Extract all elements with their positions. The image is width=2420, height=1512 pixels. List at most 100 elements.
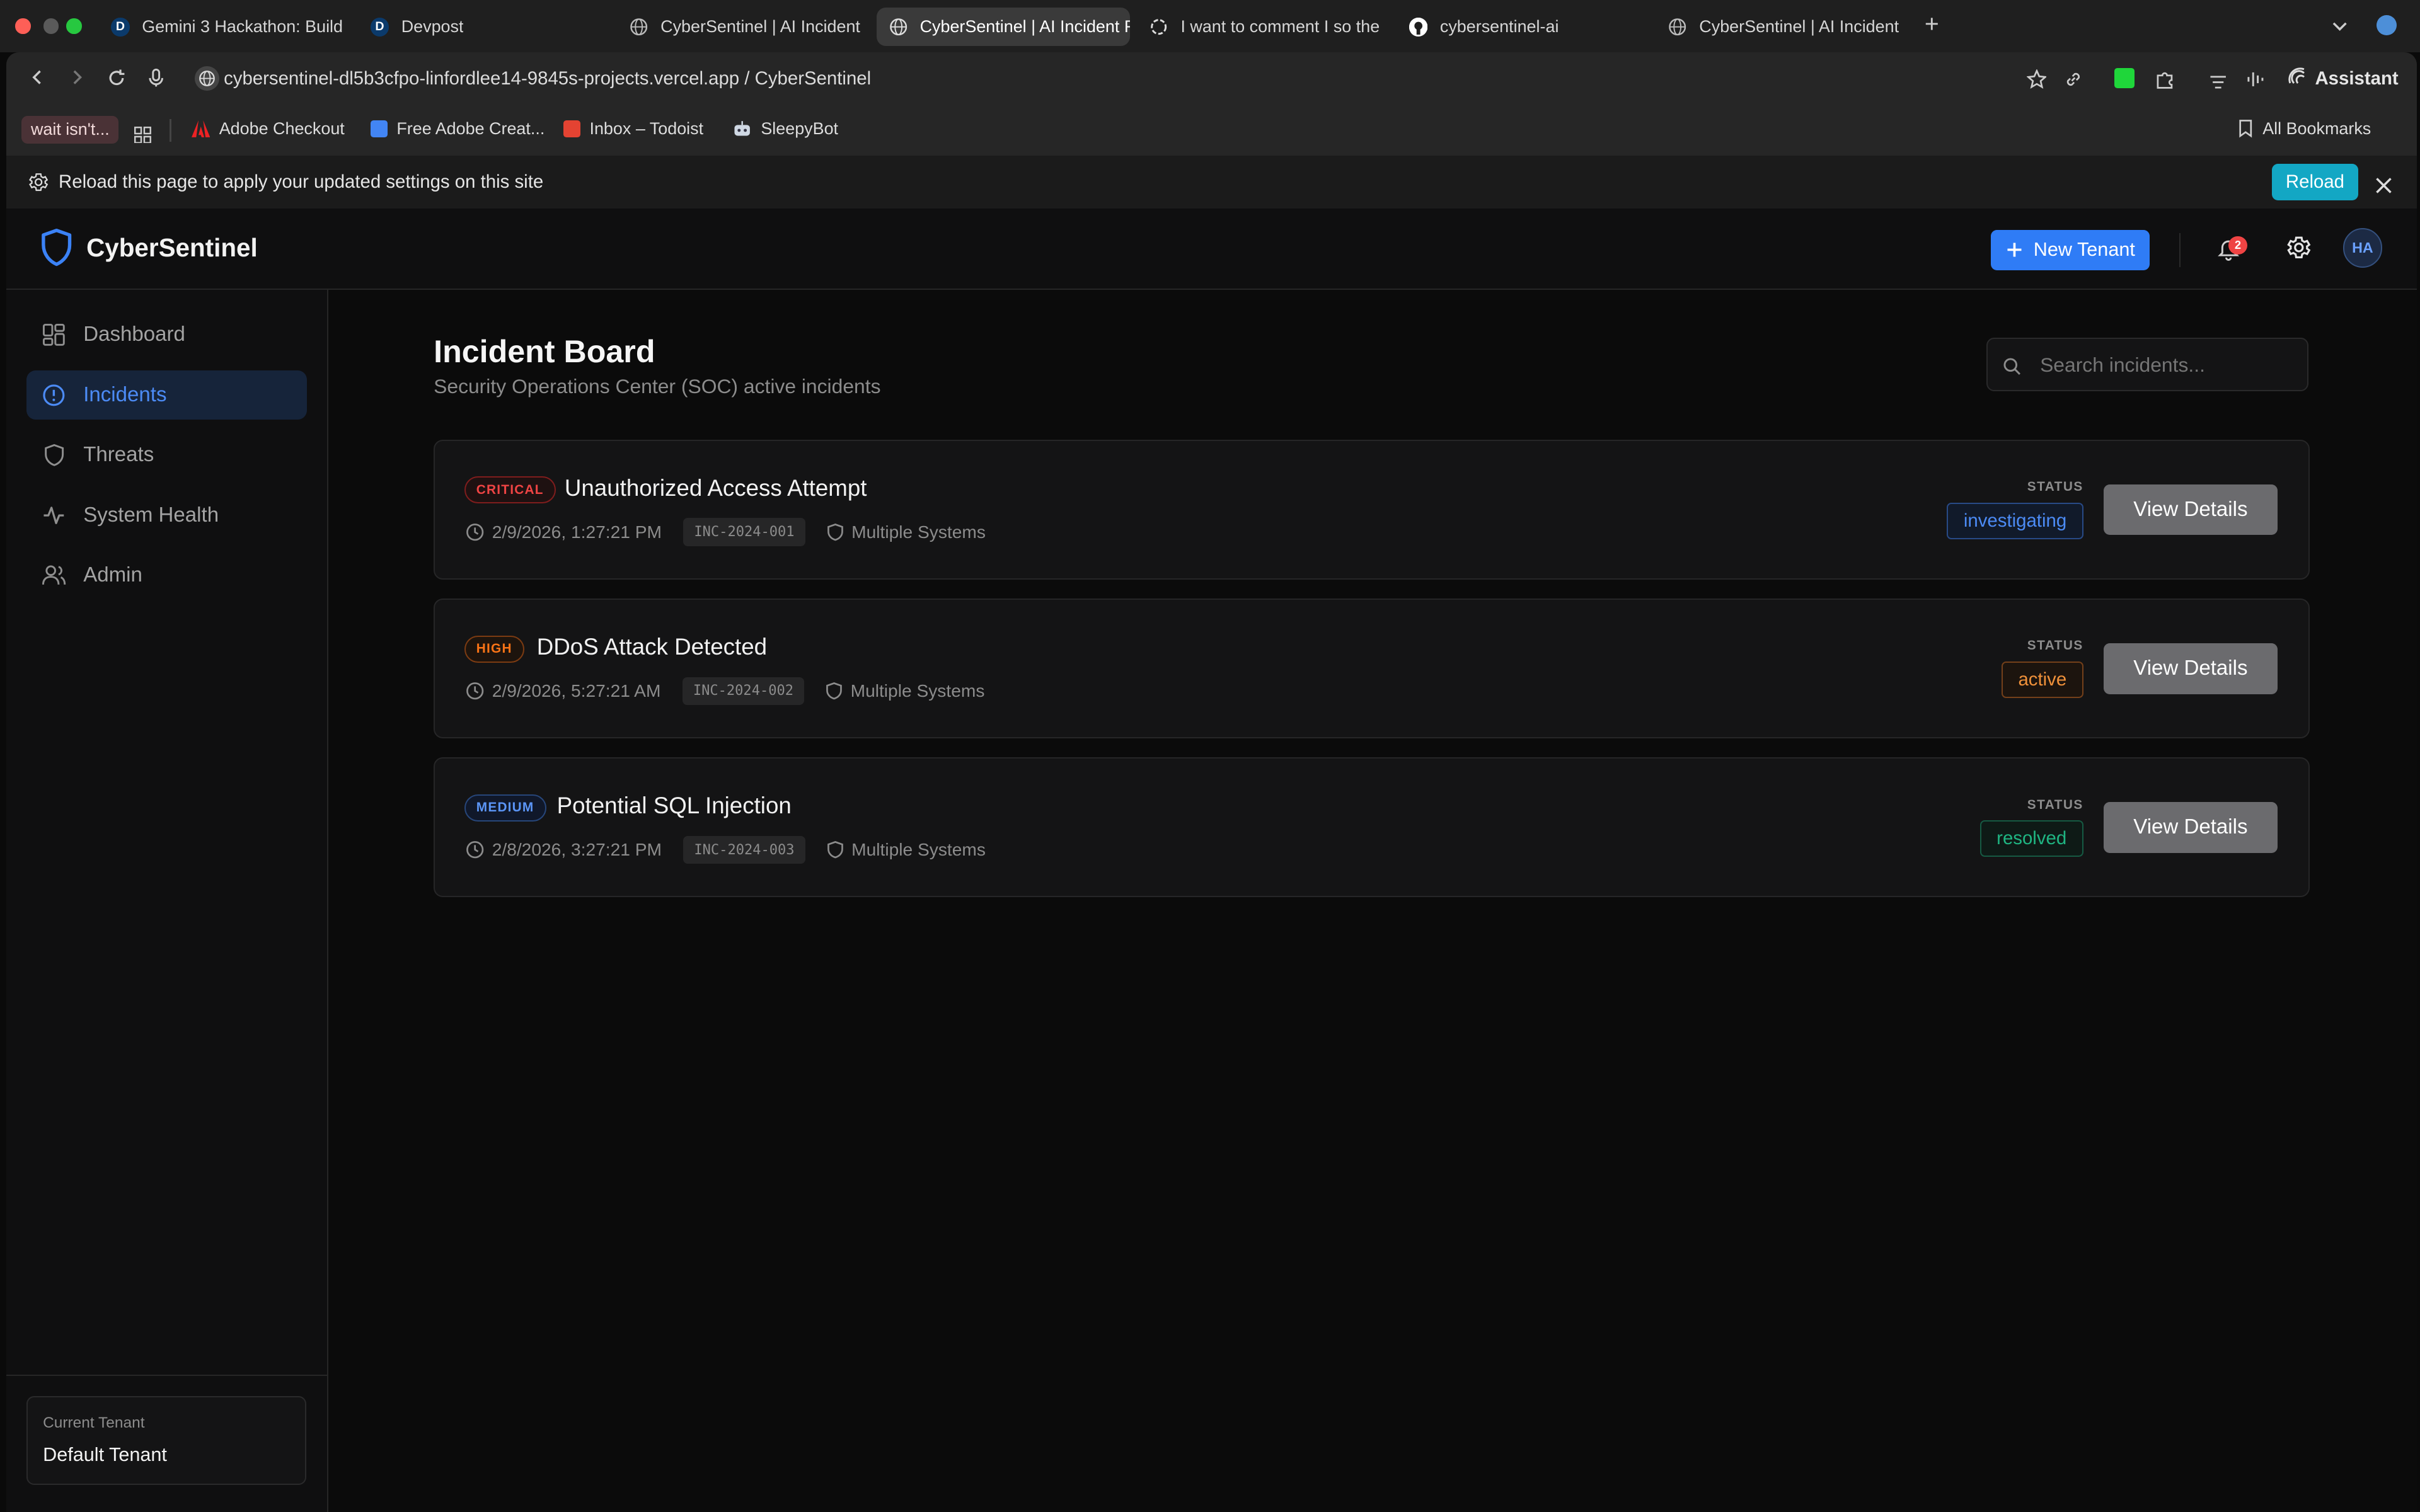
assistant-icon: [2287, 66, 2307, 91]
reload-icon[interactable]: [107, 68, 127, 93]
maximize-window-button[interactable]: [66, 18, 82, 34]
incident-card[interactable]: MEDIUM Potential SQL Injection 2/8/2026,…: [434, 757, 2310, 898]
bookmarks-divider: [170, 118, 171, 142]
status-badge-investigating: investigating: [1947, 502, 2083, 539]
browser-tab-chatgpt[interactable]: I want to comment I so the h: [1138, 8, 1385, 46]
view-details-button[interactable]: View Details: [2103, 643, 2278, 694]
devpost-icon: D: [370, 18, 389, 37]
close-window-button[interactable]: [15, 18, 31, 34]
incident-time: 2/9/2026, 1:27:21 PM: [492, 522, 662, 542]
view-details-button[interactable]: View Details: [2103, 802, 2278, 853]
bookmark-chip-wait-isnt[interactable]: wait isn't...: [21, 115, 119, 144]
incident-meta: 2/8/2026, 3:27:21 PM INC-2024-003 Multip…: [466, 835, 986, 864]
url-field[interactable]: cybersentinel-dl5b3cfpo-linfordlee14-984…: [224, 68, 871, 89]
sidebar-item-system-health[interactable]: System Health: [26, 491, 308, 540]
bookmark-adobe-checkout[interactable]: Adobe Checkout: [191, 119, 345, 139]
bookmark-sleepybot[interactable]: SleepyBot: [733, 119, 838, 139]
incident-time: 2/8/2026, 3:27:21 PM: [492, 840, 662, 860]
bookmark-star-icon[interactable]: [2025, 68, 2048, 96]
search-box[interactable]: [1986, 338, 2308, 392]
incident-title: DDoS Attack Detected: [536, 634, 768, 660]
severity-badge-medium: MEDIUM: [464, 794, 546, 822]
incident-scope: Multiple Systems: [850, 680, 985, 701]
brand-logo[interactable]: CyberSentinel: [40, 228, 258, 266]
browser-profile-icon[interactable]: [2377, 15, 2397, 36]
forward-arrow-icon[interactable]: [68, 68, 86, 91]
view-details-button[interactable]: View Details: [2103, 484, 2278, 536]
reading-list-icon[interactable]: [2209, 69, 2227, 97]
activity-icon: [42, 503, 66, 527]
sidebar-footer-divider: [6, 1375, 328, 1377]
minimize-window-button[interactable]: [43, 18, 59, 34]
incident-scope: Multiple Systems: [851, 840, 986, 860]
search-input[interactable]: [2037, 348, 2303, 382]
extension-green-square-icon[interactable]: [2114, 67, 2135, 88]
browser-tab-devpost[interactable]: D Devpost: [358, 8, 605, 46]
google-docs-icon: [370, 120, 388, 137]
microphone-icon[interactable]: [147, 68, 165, 93]
extensions-puzzle-icon[interactable]: [2155, 68, 2175, 96]
status-label: STATUS: [2027, 479, 2083, 495]
severity-badge-high: HIGH: [464, 635, 524, 663]
reload-button[interactable]: Reload: [2271, 163, 2359, 201]
sidebar-item-threats[interactable]: Threats: [26, 430, 308, 479]
sidebar-item-admin[interactable]: Admin: [26, 551, 308, 600]
bookmark-free-adobe[interactable]: Free Adobe Creat...: [370, 119, 544, 139]
incident-scope: Multiple Systems: [851, 522, 986, 542]
bookmark-todoist[interactable]: Inbox – Todoist: [563, 119, 703, 139]
incident-id: INC-2024-001: [683, 518, 805, 546]
alert-circle-icon: [42, 382, 66, 407]
incident-id: INC-2024-003: [683, 835, 805, 864]
new-tenant-button[interactable]: New Tenant: [1991, 229, 2150, 270]
cybersentinel-app: CyberSentinel New Tenant 2 HA Dashboard …: [6, 208, 2417, 1512]
robot-icon: [733, 120, 751, 137]
status-label: STATUS: [2027, 638, 2083, 653]
github-icon: [1409, 18, 1428, 37]
all-bookmarks-button[interactable]: All Bookmarks: [2238, 119, 2371, 139]
user-avatar[interactable]: HA: [2342, 228, 2383, 268]
browser-tab-github[interactable]: cybersentinel-ai: [1397, 8, 1644, 46]
shield-logo-icon: [40, 228, 72, 266]
share-link-icon[interactable]: [2063, 68, 2083, 96]
browser-tab-cybersentinel-1[interactable]: CyberSentinel | AI Incident R: [618, 8, 864, 46]
main-content: Incident Board Security Operations Cente…: [329, 290, 2417, 1512]
site-info-globe-icon[interactable]: [194, 66, 219, 91]
tab-list-chevron-icon[interactable]: [2331, 14, 2349, 42]
clock-icon: [466, 682, 484, 700]
plus-icon: [2006, 241, 2023, 258]
notification-count-badge: 2: [2228, 236, 2247, 255]
browser-tab-cybersentinel-3[interactable]: CyberSentinel | AI Incident R: [1656, 8, 1903, 46]
page-title: Incident Board: [434, 333, 655, 369]
incident-title: Unauthorized Access Attempt: [564, 474, 867, 501]
current-tenant-card[interactable]: Current Tenant Default Tenant: [26, 1396, 307, 1486]
apps-grid-icon[interactable]: [134, 122, 151, 149]
sidebar-item-incidents[interactable]: Incidents: [26, 370, 308, 420]
incident-card[interactable]: HIGH DDoS Attack Detected 2/9/2026, 5:27…: [434, 598, 2310, 739]
search-icon: [2003, 355, 2021, 382]
sidebar-item-dashboard[interactable]: Dashboard: [26, 310, 308, 359]
new-tab-plus-icon[interactable]: +: [1925, 11, 1939, 38]
back-arrow-icon[interactable]: [28, 68, 46, 91]
openai-icon: [1150, 18, 1168, 36]
settings-gear-button[interactable]: [2286, 234, 2312, 267]
status-badge-active: active: [2001, 662, 2083, 699]
shield-icon: [827, 840, 844, 859]
severity-badge-critical: CRITICAL: [464, 476, 556, 504]
incident-card[interactable]: CRITICAL Unauthorized Access Attempt 2/9…: [434, 439, 2310, 580]
clock-icon: [466, 523, 484, 541]
incident-id: INC-2024-002: [682, 677, 805, 706]
address-bar-row: cybersentinel-dl5b3cfpo-linfordlee14-984…: [6, 52, 2417, 105]
audio-waveform-icon[interactable]: [2245, 68, 2266, 96]
status-badge-resolved: resolved: [1979, 820, 2083, 857]
page-subtitle: Security Operations Center (SOC) active …: [434, 375, 881, 398]
sidebar: Dashboard Incidents Threats System Healt…: [6, 290, 329, 1512]
dashboard-icon: [42, 323, 66, 347]
incident-time: 2/9/2026, 5:27:21 AM: [492, 680, 661, 701]
assistant-button[interactable]: Assistant: [2287, 66, 2399, 91]
close-info-bar-icon[interactable]: [2375, 173, 2392, 200]
browser-tab-gemini-hackathon[interactable]: D Gemini 3 Hackathon: Build w: [99, 8, 343, 46]
globe-icon: [1668, 18, 1686, 36]
shield-icon: [826, 682, 843, 700]
header-divider: [2179, 232, 2181, 267]
browser-tab-cybersentinel-active[interactable]: CyberSentinel | AI Incident R: [877, 8, 1130, 47]
